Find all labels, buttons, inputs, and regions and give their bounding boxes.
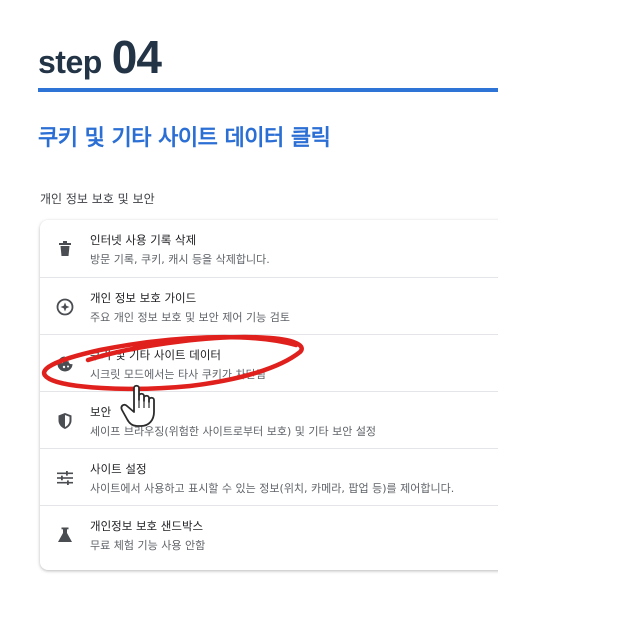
settings-row-description: 방문 기록, 쿠키, 캐시 등을 삭제합니다. [90, 253, 270, 266]
crop-mask [498, 210, 634, 590]
settings-row-site-settings[interactable]: 사이트 설정 사이트에서 사용하고 표시할 수 있는 정보(위치, 카메라, 팝… [40, 448, 560, 505]
settings-row-label: 개인 정보 보호 가이드 [90, 291, 197, 305]
sliders-icon [54, 467, 76, 489]
settings-row-label: 인터넷 사용 기록 삭제 [90, 233, 197, 247]
privacy-settings-panel: 인터넷 사용 기록 삭제 방문 기록, 쿠키, 캐시 등을 삭제합니다. 개인 … [40, 220, 560, 570]
settings-row-description: 무료 체험 기능 사용 안함 [90, 539, 206, 552]
heading-underline [38, 88, 498, 92]
settings-row-description: 사이트에서 사용하고 표시할 수 있는 정보(위치, 카메라, 팝업 등)를 제… [90, 482, 455, 495]
settings-row-label: 보안 [90, 405, 112, 419]
instruction-subtitle: 쿠키 및 기타 사이트 데이터 클릭 [38, 126, 331, 151]
settings-row-label: 쿠키 및 기타 사이트 데이터 [90, 348, 222, 362]
settings-row-label: 개인정보 보호 샌드박스 [90, 519, 204, 533]
settings-row-label: 사이트 설정 [90, 462, 147, 476]
shield-icon [54, 410, 76, 432]
trash-icon [54, 238, 76, 260]
settings-row-description: 세이프 브라우징(위험한 사이트로부터 보호) 및 기타 보안 설정 [90, 425, 377, 438]
step-number: 04 [111, 31, 162, 83]
settings-row-privacy-guide[interactable]: 개인 정보 보호 가이드 주요 개인 정보 보호 및 보안 제어 기능 검토 [40, 277, 560, 334]
settings-row-cookies[interactable]: 쿠키 및 기타 사이트 데이터 시크릿 모드에서는 타사 쿠키가 차단됨 [40, 334, 560, 391]
compass-plus-icon [54, 296, 76, 318]
section-title: 개인 정보 보호 및 보안 [40, 192, 155, 206]
step-word: step [38, 44, 102, 80]
settings-row-description: 시크릿 모드에서는 타사 쿠키가 차단됨 [90, 368, 266, 381]
flask-icon [54, 524, 76, 546]
settings-row-description: 주요 개인 정보 보호 및 보안 제어 기능 검토 [90, 311, 291, 324]
settings-row-security[interactable]: 보안 세이프 브라우징(위험한 사이트로부터 보호) 및 기타 보안 설정 [40, 391, 560, 448]
step-heading: step 04 [38, 30, 162, 84]
cookie-icon [54, 353, 76, 375]
settings-row-privacy-sandbox[interactable]: 개인정보 보호 샌드박스 무료 체험 기능 사용 안함 [40, 505, 560, 562]
settings-row-clear-history[interactable]: 인터넷 사용 기록 삭제 방문 기록, 쿠키, 캐시 등을 삭제합니다. [40, 220, 560, 277]
